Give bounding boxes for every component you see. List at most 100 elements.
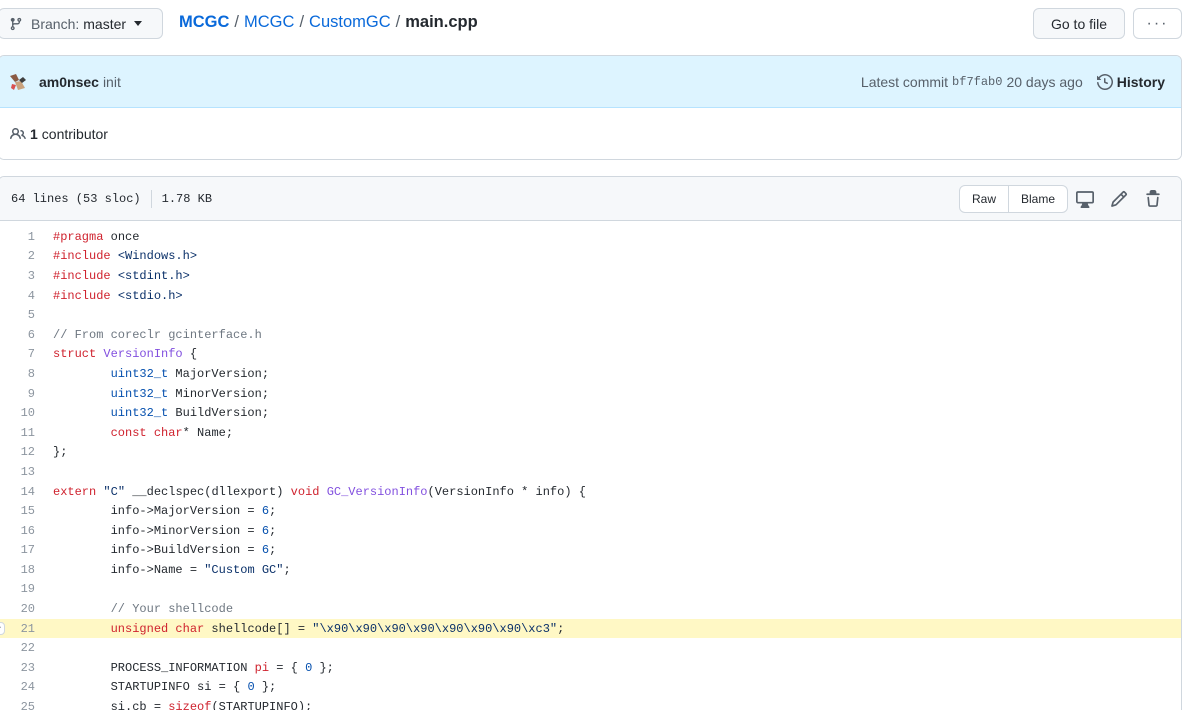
desktop-icon[interactable]	[1076, 190, 1094, 208]
line-number[interactable]: 18	[0, 563, 35, 577]
commit-time: 20 days ago	[1006, 74, 1083, 90]
code-token: uint32_t	[110, 406, 169, 421]
file-header: 64 lines (53 sloc) 1.78 KB Raw Blame	[0, 177, 1181, 221]
code-token: #include	[53, 288, 111, 303]
line-number[interactable]: 23	[0, 661, 35, 675]
code-token: GC_VersionInfo	[326, 484, 428, 499]
code-token: MajorVersion;	[168, 366, 270, 381]
line-number[interactable]: 15	[0, 504, 35, 518]
line-number[interactable]: 8	[0, 367, 35, 381]
line-content: info->MajorVersion = 6;	[53, 504, 277, 519]
line-number[interactable]: 20	[0, 602, 35, 616]
code-line: 10 uint32_t BuildVersion;	[0, 403, 1181, 423]
line-number[interactable]: 12	[0, 445, 35, 459]
line-content: #pragma once	[53, 230, 139, 244]
commit-sha-link[interactable]: bf7fab0	[952, 75, 1002, 89]
code-token: info->MinorVersion =	[53, 523, 262, 538]
line-number[interactable]: 13	[0, 465, 35, 479]
code-token: struct	[53, 347, 97, 362]
pencil-icon[interactable]	[1110, 190, 1128, 208]
branch-selector-button[interactable]: Branch: master	[0, 8, 163, 39]
line-number[interactable]: 7	[0, 347, 35, 361]
commit-author-link[interactable]: am0nsec	[39, 74, 99, 90]
code-token: extern	[53, 484, 97, 499]
code-token: void	[290, 484, 320, 499]
breadcrumb-folder-link[interactable]: CustomGC	[309, 13, 391, 32]
blame-button[interactable]: Blame	[1008, 186, 1067, 212]
code-line: 18 info->Name = "Custom GC";	[0, 560, 1181, 580]
line-number[interactable]: 5	[0, 308, 35, 322]
code-line: ·21 unsigned char shellcode[] = "\x90\x9…	[0, 618, 1181, 639]
go-to-file-button[interactable]: Go to file	[1033, 8, 1125, 39]
code-body[interactable]: 1 #pragma once 2 #include <Windows.h> 3 #incl…	[0, 221, 1181, 710]
code-token: (VersionInfo * info) {	[427, 484, 586, 499]
code-token: char	[175, 621, 205, 636]
line-number[interactable]: 10	[0, 406, 35, 420]
code-token: ;	[283, 562, 291, 577]
code-token: PROCESS_INFORMATION	[53, 660, 255, 675]
code-token: BuildVersion;	[168, 406, 270, 421]
line-number[interactable]: 24	[0, 680, 35, 694]
latest-commit-row: am0nsec init Latest commit bf7fab0 20 da…	[0, 56, 1181, 108]
commit-info-box: am0nsec init Latest commit bf7fab0 20 da…	[0, 55, 1182, 160]
code-token: uint32_t	[110, 366, 169, 381]
code-token: #include	[53, 268, 111, 283]
line-number[interactable]: 14	[0, 485, 35, 499]
code-token: "Custom GC"	[204, 562, 284, 577]
line-number[interactable]: 21	[0, 622, 35, 636]
code-line: 7 struct VersionInfo {	[0, 345, 1181, 365]
code-token: unsigned	[110, 621, 169, 636]
line-content: STARTUPINFO si = { 0 };	[53, 680, 277, 694]
code-token: si.cb =	[53, 700, 169, 710]
code-line: 15 info->MajorVersion = 6;	[0, 501, 1181, 521]
code-token: #pragma	[53, 229, 104, 244]
code-token: "\x90\x90\x90\x90\x90\x90\x90\xc3"	[312, 621, 558, 636]
code-token: 6	[261, 523, 270, 538]
line-number[interactable]: 25	[0, 700, 35, 710]
code-token: = {	[269, 660, 306, 675]
history-link[interactable]: History	[1096, 74, 1165, 90]
code-token: // From coreclr gcinterface.h	[53, 327, 262, 342]
breadcrumb-current-file: main.cpp	[405, 13, 478, 31]
line-number[interactable]: 4	[0, 289, 35, 303]
breadcrumb-repo-link[interactable]: MCGC	[244, 13, 294, 32]
line-number[interactable]: 1	[0, 230, 35, 244]
code-token: {	[182, 347, 198, 362]
line-number[interactable]: 11	[0, 426, 35, 440]
code-token: 6	[261, 504, 270, 519]
more-options-button[interactable]: ···	[1133, 8, 1182, 39]
line-content: struct VersionInfo {	[53, 347, 197, 361]
code-line: 1 #pragma once	[0, 227, 1181, 247]
raw-button[interactable]: Raw	[960, 186, 1008, 212]
line-content: uint32_t MinorVersion;	[53, 387, 269, 401]
line-number[interactable]: 6	[0, 328, 35, 342]
line-options-icon[interactable]: ·	[0, 621, 5, 635]
line-number[interactable]: 19	[0, 582, 35, 596]
branch-name: master	[83, 15, 127, 32]
breadcrumb-owner-link[interactable]: MCGC	[179, 13, 229, 32]
line-number[interactable]: 22	[0, 641, 35, 655]
code-line: 11 const char* Name;	[0, 423, 1181, 443]
code-token: VersionInfo	[103, 347, 183, 362]
code-token: shellcode[] =	[204, 621, 313, 636]
avatar[interactable]	[7, 70, 29, 93]
line-content: #include <Windows.h>	[53, 249, 197, 263]
line-number[interactable]: 17	[0, 543, 35, 557]
contributors-row[interactable]: 1 contributor	[0, 108, 1181, 159]
code-token: MinorVersion;	[168, 386, 270, 401]
line-number[interactable]: 9	[0, 387, 35, 401]
breadcrumb-separator: /	[234, 13, 240, 31]
trash-icon[interactable]	[1144, 190, 1162, 208]
line-number[interactable]: 16	[0, 524, 35, 538]
commit-message-link[interactable]: init	[103, 74, 121, 90]
line-content: extern "C" __declspec(dllexport) void GC…	[53, 485, 586, 499]
code-line: 3 #include <stdint.h>	[0, 266, 1181, 286]
line-number[interactable]: 2	[0, 249, 35, 263]
code-token: * Name;	[182, 425, 234, 440]
code-line: 24 STARTUPINFO si = { 0 };	[0, 678, 1181, 698]
people-icon	[10, 127, 26, 140]
line-number[interactable]: 3	[0, 269, 35, 283]
